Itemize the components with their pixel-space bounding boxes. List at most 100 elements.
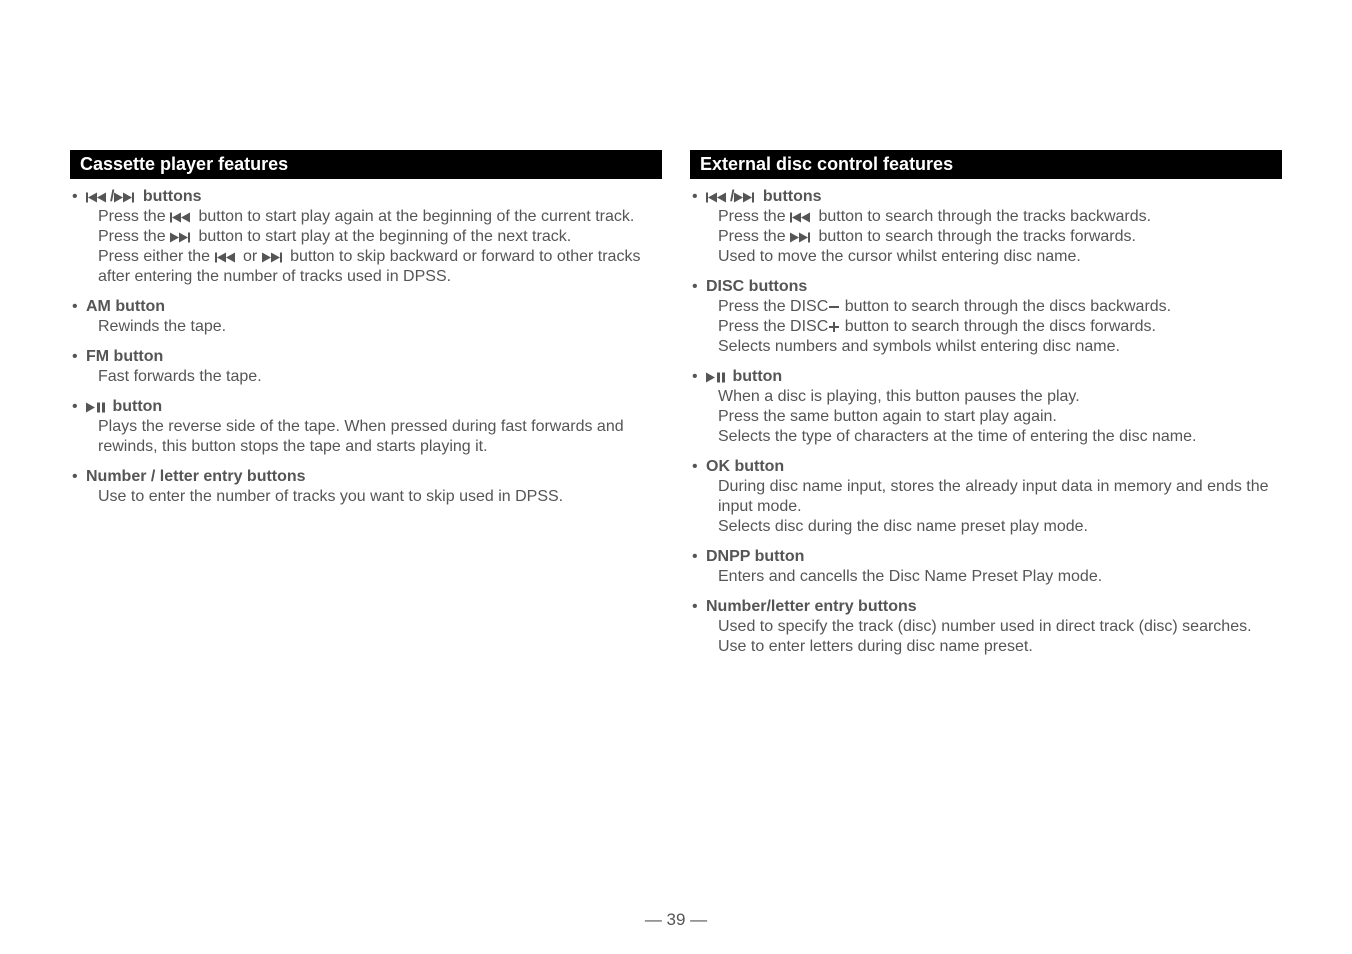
item-body: Plays the reverse side of the tape. When…: [86, 417, 662, 457]
item-body: Rewinds the tape.: [86, 317, 662, 337]
text: button to start play again at the beginn…: [194, 208, 634, 225]
item-title-text: button: [108, 398, 162, 415]
text: Enters and cancells the Disc Name Preset…: [718, 568, 1102, 585]
item-title: button: [86, 397, 662, 417]
item-body-line: Selects numbers and symbols whilst enter…: [718, 337, 1282, 357]
item-title: / buttons: [86, 187, 662, 207]
minus-icon: [828, 301, 840, 313]
item-body-line: Press the DISC button to search through …: [718, 317, 1282, 337]
text: or: [239, 248, 262, 265]
left-column: Cassette player features / buttonsPress …: [70, 150, 662, 667]
page-number: — 39 —: [0, 910, 1352, 930]
text: Press the: [718, 228, 790, 245]
text: Press either the: [98, 248, 215, 265]
list-item: button Plays the reverse side of the tape…: [70, 397, 662, 467]
item-title-text: buttons: [758, 188, 821, 205]
text: Press the DISC: [718, 318, 828, 335]
text: Press the: [98, 228, 170, 245]
list-item: / buttonsPress the button to search thro…: [690, 187, 1282, 277]
item-body-line: Press the button to start play again at …: [98, 207, 662, 227]
item-body: Press the DISC button to search through …: [706, 297, 1282, 357]
text: Use to enter the number of tracks you wa…: [98, 488, 563, 505]
item-body-line: Selects disc during the disc name preset…: [718, 517, 1282, 537]
text: Used to move the cursor whilst entering …: [718, 248, 1081, 265]
right-column: External disc control features / buttons…: [690, 150, 1282, 667]
list-item: FM buttonFast forwards the tape.: [70, 347, 662, 397]
item-body-line: Rewinds the tape.: [98, 317, 662, 337]
text: Press the DISC: [718, 298, 828, 315]
item-body-line: Press the DISC button to search through …: [718, 297, 1282, 317]
item-body: During disc name input, stores the alrea…: [706, 477, 1282, 537]
item-body-line: During disc name input, stores the alrea…: [718, 477, 1282, 517]
item-body-line: Press the same button again to start pla…: [718, 407, 1282, 427]
text: Rewinds the tape.: [98, 318, 226, 335]
item-title: / buttons: [706, 187, 1282, 207]
item-body-line: Use to enter the number of tracks you wa…: [98, 487, 662, 507]
item-body-line: Press the button to search through the t…: [718, 227, 1282, 247]
skip-forward-icon: [734, 192, 758, 203]
external-disc-item-list: / buttonsPress the button to search thro…: [690, 187, 1282, 667]
text: button to search through the discs backw…: [840, 298, 1171, 315]
item-body-line: Press the button to start play at the be…: [98, 227, 662, 247]
cassette-item-list: / buttonsPress the button to start play …: [70, 187, 662, 517]
text: During disc name input, stores the alrea…: [718, 478, 1269, 515]
text: Plays the reverse side of the tape. When…: [98, 418, 624, 455]
item-body-line: Use to enter letters during disc name pr…: [718, 637, 1282, 657]
item-body: Fast forwards the tape.: [86, 367, 662, 387]
text: Use to enter letters during disc name pr…: [718, 638, 1033, 655]
skip-back-icon: [215, 252, 239, 263]
item-body-line: When a disc is playing, this button paus…: [718, 387, 1282, 407]
text: button to search through the tracks back…: [814, 208, 1151, 225]
item-body-line: Plays the reverse side of the tape. When…: [98, 417, 662, 457]
list-item: / buttonsPress the button to start play …: [70, 187, 662, 297]
plus-icon: [828, 321, 840, 333]
item-title: DNPP button: [706, 547, 1282, 567]
item-body: Press the button to search through the t…: [706, 207, 1282, 267]
section-header-cassette: Cassette player features: [70, 150, 662, 179]
item-title: button: [706, 367, 1282, 387]
list-item: Number / letter entry buttonsUse to ente…: [70, 467, 662, 517]
item-title: DISC buttons: [706, 277, 1282, 297]
text: button to search through the discs forwa…: [840, 318, 1156, 335]
skip-back-icon: [86, 192, 110, 203]
item-body-line: Fast forwards the tape.: [98, 367, 662, 387]
list-item: OK buttonDuring disc name input, stores …: [690, 457, 1282, 547]
text: Selects disc during the disc name preset…: [718, 518, 1088, 535]
text: Press the same button again to start pla…: [718, 408, 1057, 425]
text: Selects numbers and symbols whilst enter…: [718, 338, 1120, 355]
play-pause-icon: [86, 402, 108, 413]
item-body-line: Press either the or button to skip backw…: [98, 247, 662, 287]
text: Press the: [718, 208, 790, 225]
item-title-text: buttons: [138, 188, 201, 205]
text: Fast forwards the tape.: [98, 368, 262, 385]
item-title-text: button: [728, 368, 782, 385]
text: Press the: [98, 208, 170, 225]
list-item: DNPP buttonEnters and cancells the Disc …: [690, 547, 1282, 597]
item-body-line: Selects the type of characters at the ti…: [718, 427, 1282, 447]
item-body: Enters and cancells the Disc Name Preset…: [706, 567, 1282, 587]
item-title: Number / letter entry buttons: [86, 467, 662, 487]
item-body: Use to enter the number of tracks you wa…: [86, 487, 662, 507]
skip-back-icon: [790, 212, 814, 223]
skip-forward-icon: [790, 232, 814, 243]
item-body: When a disc is playing, this button paus…: [706, 387, 1282, 447]
list-item: Number/letter entry buttonsUsed to speci…: [690, 597, 1282, 667]
item-body-line: Used to specify the track (disc) number …: [718, 617, 1282, 637]
skip-back-icon: [170, 212, 194, 223]
list-item: AM buttonRewinds the tape.: [70, 297, 662, 347]
skip-forward-icon: [114, 192, 138, 203]
skip-forward-icon: [170, 232, 194, 243]
list-item: button When a disc is playing, this butto…: [690, 367, 1282, 457]
item-body-line: Used to move the cursor whilst entering …: [718, 247, 1282, 267]
text: When a disc is playing, this button paus…: [718, 388, 1080, 405]
text: button to start play at the beginning of…: [194, 228, 571, 245]
item-title: FM button: [86, 347, 662, 367]
item-title: Number/letter entry buttons: [706, 597, 1282, 617]
item-body: Used to specify the track (disc) number …: [706, 617, 1282, 657]
text: button to search through the tracks forw…: [814, 228, 1136, 245]
text: Selects the type of characters at the ti…: [718, 428, 1196, 445]
play-pause-icon: [706, 372, 728, 383]
item-title: OK button: [706, 457, 1282, 477]
skip-back-icon: [706, 192, 730, 203]
section-header-external-disc: External disc control features: [690, 150, 1282, 179]
